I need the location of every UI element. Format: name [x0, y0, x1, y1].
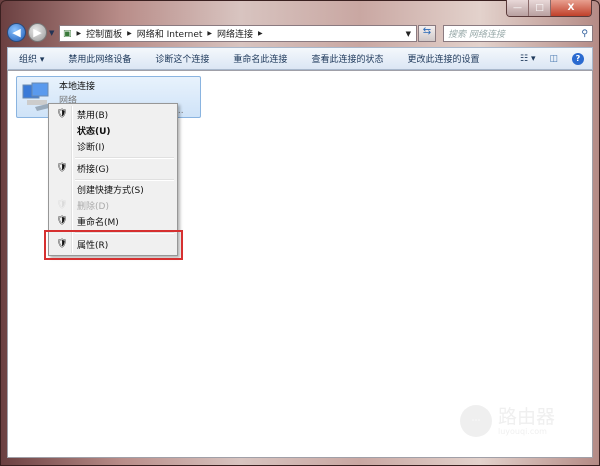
watermark: ⋯ 路由器 luyouqi.com	[460, 405, 555, 437]
navigation: ◀ ▶ ▼	[7, 23, 54, 42]
control-panel-icon: ▣	[63, 28, 72, 39]
help-icon[interactable]: ?	[572, 52, 584, 65]
back-button[interactable]: ◀	[7, 23, 26, 42]
search-placeholder: 搜索 网络连接	[448, 30, 505, 40]
address-dropdown-icon[interactable]: ▼	[406, 30, 411, 38]
uac-shield-icon: 🛡	[56, 200, 68, 210]
recent-pages-dropdown[interactable]: ▼	[49, 29, 54, 37]
rename-button[interactable]: 重命名此连接	[221, 52, 299, 65]
change-settings-button[interactable]: 更改此连接的设置	[395, 52, 491, 65]
breadcrumb-control-panel[interactable]: 控制面板	[86, 27, 122, 40]
refresh-button[interactable]: ⇆	[418, 25, 436, 42]
breadcrumb-arrow-icon[interactable]: ▶	[127, 30, 132, 37]
highlight-box	[44, 230, 183, 260]
window-controls: — □ X	[506, 0, 592, 17]
menu-item-bridge[interactable]: 🛡 桥接(G)	[51, 160, 175, 176]
diagnose-button[interactable]: 诊断这个连接	[143, 52, 221, 65]
menu-item-disable[interactable]: 🛡 禁用(B)	[51, 106, 175, 122]
menu-item-create-shortcut[interactable]: 创建快捷方式(S)	[51, 181, 175, 197]
view-status-button[interactable]: 查看此连接的状态	[299, 52, 395, 65]
command-bar: 组织 ▾ 禁用此网络设备 诊断这个连接 重命名此连接 查看此连接的状态 更改此连…	[7, 47, 593, 70]
watermark-url: luyouqi.com	[498, 426, 547, 436]
maximize-button[interactable]: □	[529, 0, 551, 16]
preview-pane-icon[interactable]: ◫	[549, 54, 558, 64]
uac-shield-icon: 🛡	[56, 216, 68, 226]
search-input[interactable]: 搜索 网络连接 ⚲	[443, 25, 593, 42]
menu-item-delete: 🛡 删除(D)	[51, 197, 175, 213]
uac-shield-icon: 🛡	[56, 163, 68, 173]
router-logo-icon: ⋯	[460, 405, 492, 437]
menu-item-status[interactable]: 状态(U)	[51, 122, 175, 138]
breadcrumb-arrow-icon[interactable]: ▶	[207, 30, 212, 37]
disable-device-button[interactable]: 禁用此网络设备	[56, 52, 143, 65]
breadcrumb-arrow-icon[interactable]: ▶	[258, 30, 263, 37]
uac-shield-icon: 🛡	[56, 109, 68, 119]
close-button[interactable]: X	[551, 0, 591, 16]
forward-button[interactable]: ▶	[28, 23, 47, 42]
minimize-button[interactable]: —	[507, 0, 529, 16]
menu-separator	[75, 157, 174, 159]
address-bar[interactable]: ▣ ▶ 控制面板 ▶ 网络和 Internet ▶ 网络连接 ▶ ▼	[59, 25, 417, 42]
watermark-title: 路由器	[498, 405, 556, 428]
menu-item-rename[interactable]: 🛡 重命名(M)	[51, 213, 175, 229]
connection-name: 本地连接	[59, 82, 96, 92]
breadcrumb-network-connections[interactable]: 网络连接	[217, 27, 253, 40]
organize-menu[interactable]: 组织 ▾	[8, 52, 56, 65]
breadcrumb-arrow-icon[interactable]: ▶	[77, 30, 82, 37]
breadcrumb-network-internet[interactable]: 网络和 Internet	[137, 27, 203, 40]
menu-item-diagnose[interactable]: 诊断(I)	[51, 138, 175, 154]
search-icon[interactable]: ⚲	[581, 29, 588, 39]
view-options-icon[interactable]: ☷ ▾	[520, 54, 535, 64]
